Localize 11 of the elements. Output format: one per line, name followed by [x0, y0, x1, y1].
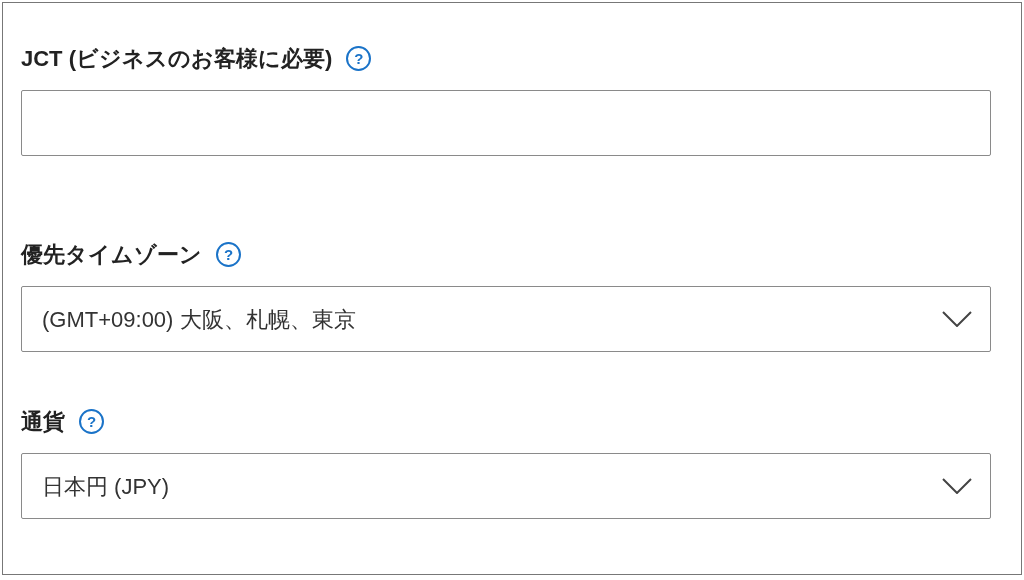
- chevron-down-icon: [942, 478, 972, 494]
- field-label: 通貨: [21, 407, 65, 436]
- help-icon[interactable]: ?: [346, 45, 372, 71]
- help-icon[interactable]: ?: [216, 241, 241, 267]
- dropdown[interactable]: 日本円 (JPY): [21, 453, 991, 519]
- chevron-down-icon: [942, 311, 972, 327]
- field-label: JCT (ビジネスのお客様に必要): [21, 44, 333, 73]
- help-icon[interactable]: ?: [79, 408, 104, 434]
- dropdown[interactable]: (GMT+09:00) 大阪、札幌、東京: [21, 286, 991, 352]
- field-label: 優先タイムゾーン: [21, 240, 202, 269]
- input-field[interactable]: [21, 90, 991, 156]
